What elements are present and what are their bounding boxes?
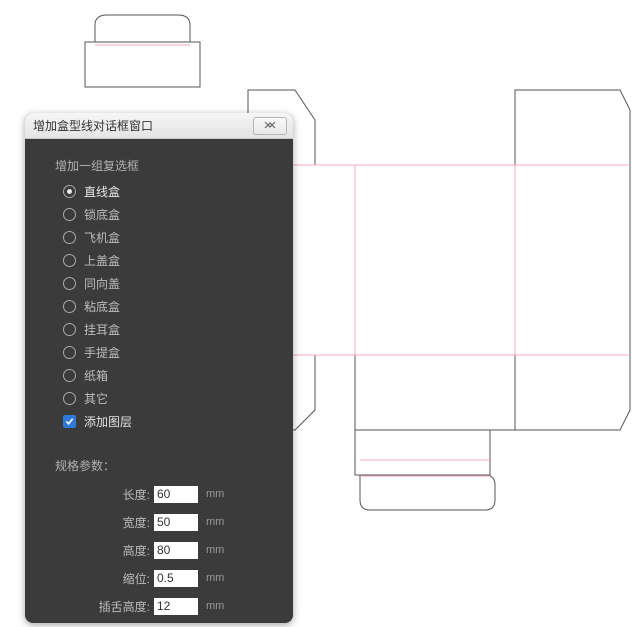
dialog-titlebar[interactable]: 增加盒型线对话框窗口 [25,113,293,139]
radio-icon [63,254,76,267]
param-height: 高度: mm [55,536,277,564]
width-input[interactable] [154,514,198,531]
add-box-line-dialog: 增加盒型线对话框窗口 增加一组复选框 直线盒 锁底盒 飞机盒 上盖盒 同向盖 [25,113,293,623]
param-length: 长度: mm [55,480,277,508]
param-label: 插舌高度: [55,598,150,615]
close-icon [264,120,276,132]
add-layer-checkbox[interactable]: 添加图层 [55,410,277,433]
radio-label: 其它 [84,390,108,407]
param-glue-width: 粘口宽度: mm [55,620,277,623]
radio-icon [63,323,76,336]
param-shrink: 缩位: mm [55,564,277,592]
radio-icon [63,277,76,290]
box-type-toplid[interactable]: 上盖盒 [55,249,277,272]
params-title: 规格参数： [55,457,277,474]
box-type-gluebottom[interactable]: 粘底盒 [55,295,277,318]
radio-icon [63,185,76,198]
param-label: 缩位: [55,570,150,587]
box-type-samedir[interactable]: 同向盖 [55,272,277,295]
radio-icon [63,392,76,405]
radio-label: 同向盖 [84,275,120,292]
radio-label: 挂耳盒 [84,321,120,338]
length-input[interactable] [154,486,198,503]
checkbox-icon [63,415,76,428]
checkbox-label: 添加图层 [84,413,132,430]
box-type-group-label: 增加一组复选框 [55,157,277,174]
box-type-carton[interactable]: 纸箱 [55,364,277,387]
unit-label: mm [206,544,224,556]
radio-label: 粘底盒 [84,298,120,315]
radio-label: 纸箱 [84,367,108,384]
close-button[interactable] [253,117,287,135]
shrink-input[interactable] [154,570,198,587]
param-tongue-height: 插舌高度: mm [55,592,277,620]
unit-label: mm [206,600,224,612]
radio-label: 手提盒 [84,344,120,361]
radio-icon [63,346,76,359]
tongue-height-input[interactable] [154,598,198,615]
box-type-straight[interactable]: 直线盒 [55,180,277,203]
box-type-airplane[interactable]: 飞机盒 [55,226,277,249]
height-input[interactable] [154,542,198,559]
radio-icon [63,369,76,382]
param-label: 高度: [55,542,150,559]
box-type-hangear[interactable]: 挂耳盒 [55,318,277,341]
box-type-handbag[interactable]: 手提盒 [55,341,277,364]
radio-icon [63,208,76,221]
radio-icon [63,300,76,313]
param-label: 宽度: [55,514,150,531]
box-type-other[interactable]: 其它 [55,387,277,410]
param-width: 宽度: mm [55,508,277,536]
unit-label: mm [206,516,224,528]
dialog-body: 增加一组复选框 直线盒 锁底盒 飞机盒 上盖盒 同向盖 粘底盒 挂耳盒 [25,139,293,623]
radio-label: 飞机盒 [84,229,120,246]
box-type-lockbottom[interactable]: 锁底盒 [55,203,277,226]
radio-icon [63,231,76,244]
radio-label: 直线盒 [84,183,120,200]
unit-label: mm [206,572,224,584]
radio-label: 锁底盒 [84,206,120,223]
param-label: 长度: [55,486,150,503]
unit-label: mm [206,488,224,500]
dialog-title: 增加盒型线对话框窗口 [33,117,253,134]
radio-label: 上盖盒 [84,252,120,269]
